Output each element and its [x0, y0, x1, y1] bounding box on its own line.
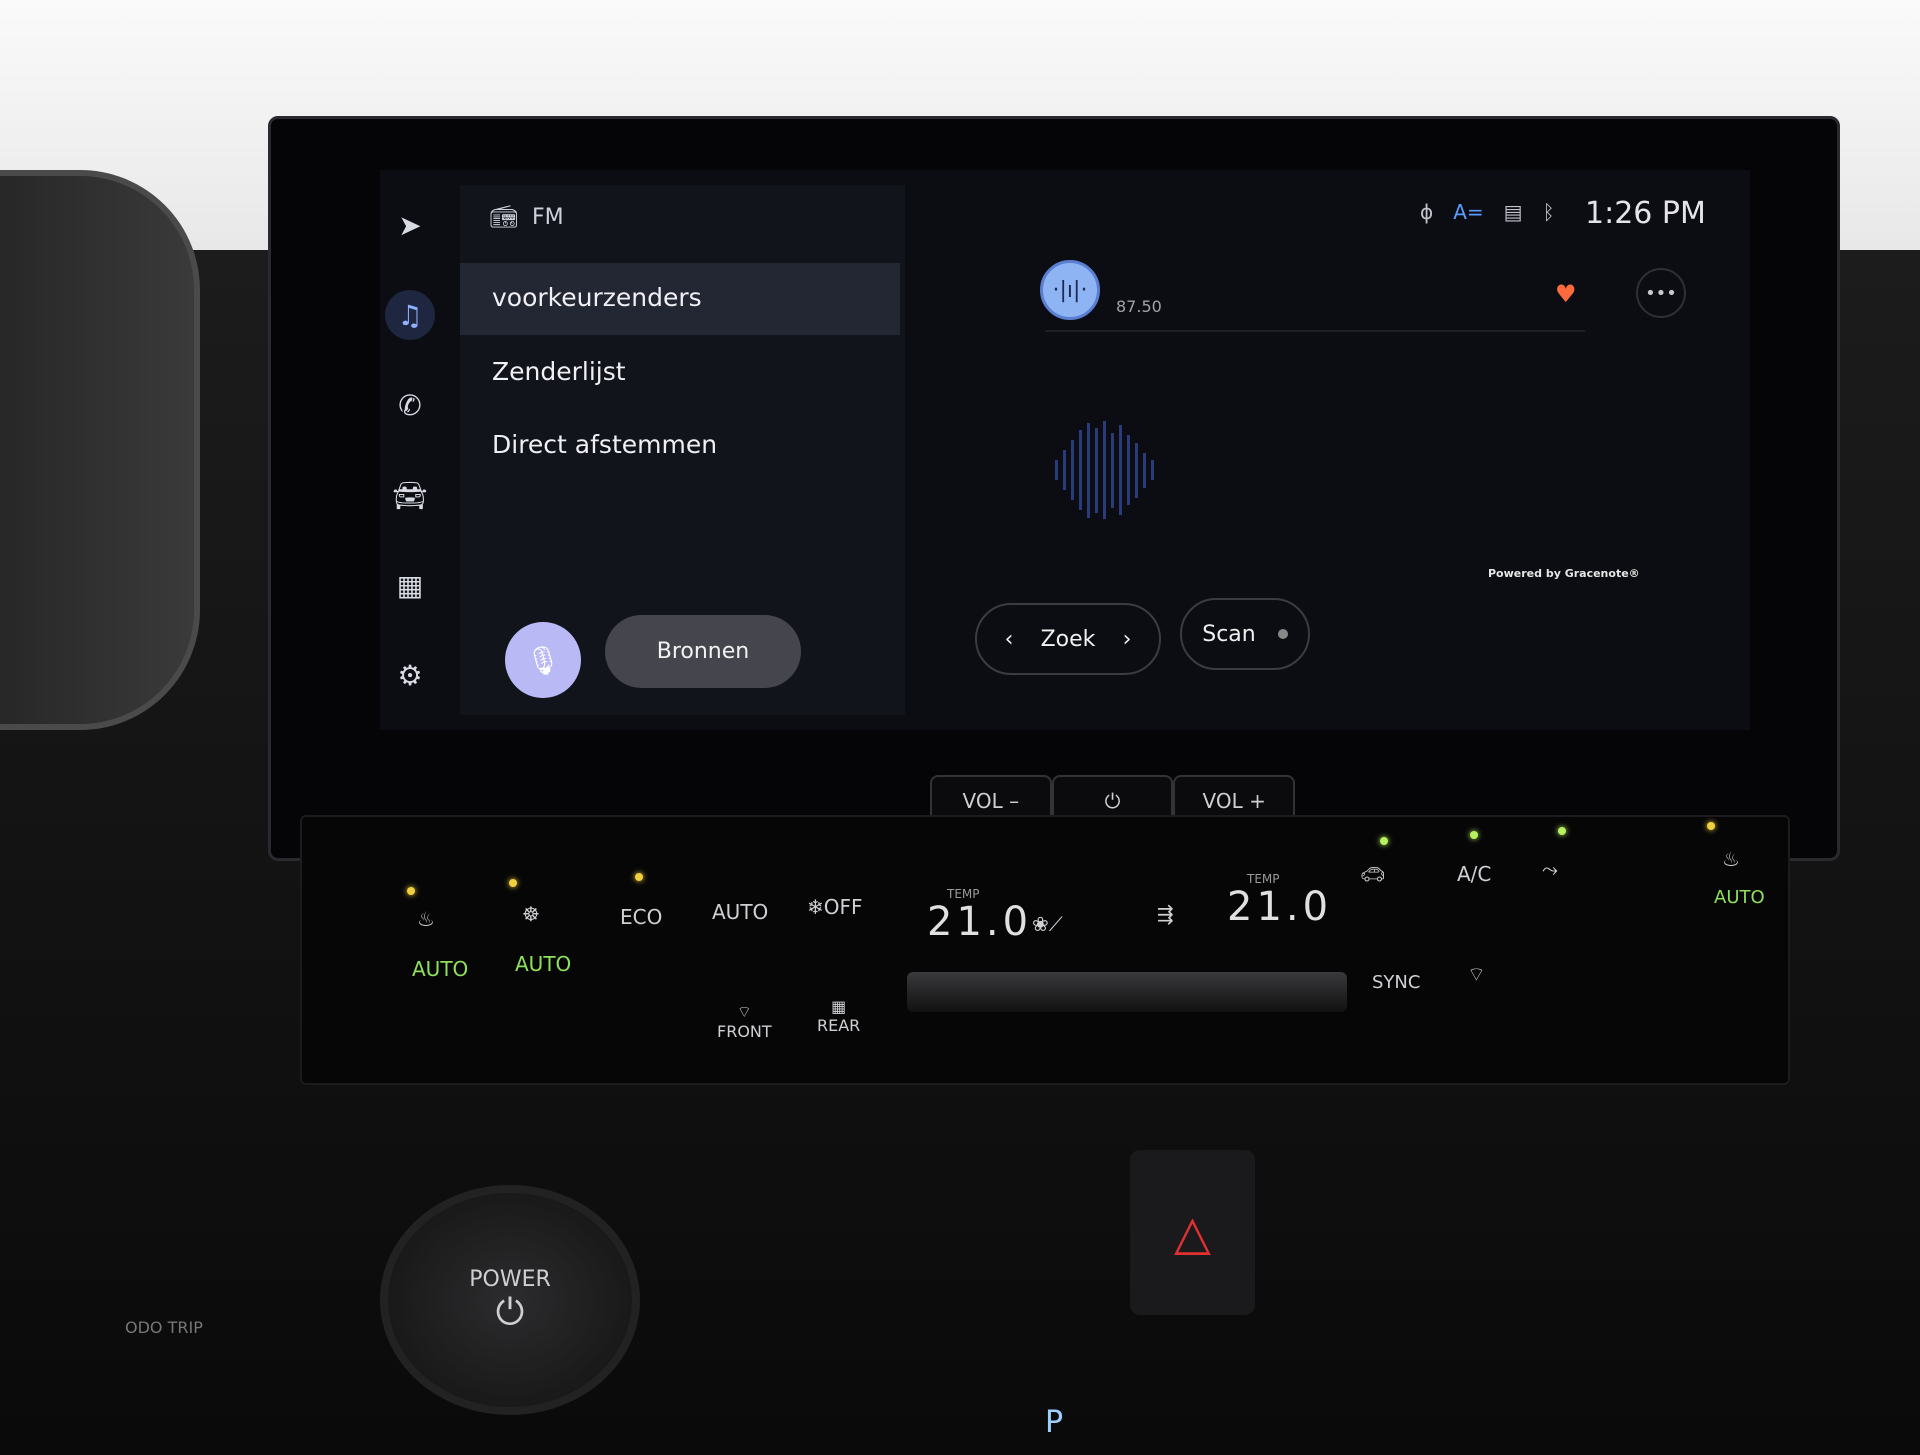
- right-temperature: 21.0: [1227, 884, 1333, 930]
- steering-auto[interactable]: AUTO: [515, 952, 571, 976]
- divider: [1045, 330, 1585, 332]
- indicator-led: [1380, 837, 1388, 845]
- defrost-icon[interactable]: ⌔: [1467, 962, 1486, 987]
- power-label: POWER: [469, 1266, 551, 1292]
- status-bar: ɸ A= ▤ ᛒ: [1420, 200, 1555, 224]
- right-seat-auto[interactable]: AUTO: [1714, 887, 1765, 908]
- left-seat-auto[interactable]: AUTO: [412, 957, 468, 981]
- recirculation-icon[interactable]: 🚗︎: [1360, 862, 1385, 886]
- sync-button[interactable]: SYNC: [1372, 972, 1420, 993]
- microphone-icon: 🎙︎: [525, 643, 561, 677]
- settings-gear-icon[interactable]: ⚙: [385, 650, 435, 700]
- clock: 1:26 PM: [1585, 196, 1706, 231]
- audio-waveform-icon: [1055, 420, 1195, 520]
- indicator-led: [509, 879, 517, 887]
- airflow-icon[interactable]: ⤳: [1542, 857, 1558, 881]
- menu-item-voorkeurzenders[interactable]: voorkeurzenders: [460, 263, 900, 335]
- fan-speed-icon: ❀⟋: [1032, 912, 1063, 936]
- scan-button[interactable]: Scan: [1180, 598, 1310, 670]
- radio-icon: 📻︎: [490, 205, 518, 230]
- steering-heater-icon[interactable]: ☸: [522, 902, 540, 926]
- navigation-icon[interactable]: ➤: [385, 200, 435, 250]
- climate-panel: ♨ AUTO ☸ AUTO ECO AUTO ❄OFF TEMP 21.0 ❀⟋…: [300, 815, 1790, 1085]
- rear-defrost-button[interactable]: ▦ REAR: [817, 997, 860, 1035]
- music-icon[interactable]: ♫: [385, 290, 435, 340]
- indicator-led: [635, 873, 643, 881]
- left-temperature: 21.0: [927, 899, 1033, 945]
- right-seat-heater-icon[interactable]: ♨: [1722, 847, 1740, 871]
- auto-button[interactable]: AUTO: [712, 900, 768, 924]
- bronnen-button[interactable]: Bronnen: [605, 615, 801, 688]
- scan-label: Scan: [1202, 621, 1256, 647]
- airflow-mode-icon[interactable]: ⇶: [1157, 902, 1174, 926]
- indicator-led: [407, 887, 415, 895]
- frequency-label: 87.50: [1116, 297, 1162, 316]
- hazard-triangle-icon: △: [1174, 1204, 1211, 1261]
- eco-button[interactable]: ECO: [620, 905, 662, 929]
- source-label: FM: [531, 205, 564, 230]
- more-options-button[interactable]: •••: [1636, 268, 1686, 318]
- seek-back-button[interactable]: ‹: [1005, 627, 1014, 652]
- indicator-led: [1470, 831, 1478, 839]
- phone-icon[interactable]: ✆: [385, 380, 435, 430]
- zoek-seek-control: ‹ Zoek ›: [975, 603, 1161, 675]
- zoek-label: Zoek: [1040, 626, 1096, 652]
- seek-forward-button[interactable]: ›: [1123, 627, 1132, 652]
- front-label: FRONT: [717, 1022, 772, 1041]
- fan-off-button[interactable]: ❄OFF: [807, 895, 863, 919]
- car-icon[interactable]: 🚘︎: [385, 470, 435, 520]
- gracenote-attribution: Powered by Gracenote®: [1488, 567, 1640, 580]
- menu-item-direct-afstemmen[interactable]: Direct afstemmen: [460, 410, 900, 482]
- voice-microphone-button[interactable]: 🎙︎: [505, 622, 581, 698]
- power-button-physical[interactable]: POWER ⏻: [380, 1185, 640, 1415]
- microphone-muted-icon: ɸ: [1420, 200, 1434, 224]
- odo-trip-button[interactable]: ODO TRIP: [125, 1320, 203, 1336]
- rear-label: REAR: [817, 1016, 861, 1035]
- indicator-led: [1707, 822, 1715, 830]
- menu-item-zenderlijst[interactable]: Zenderlijst: [460, 337, 900, 409]
- indicator-led: [1558, 827, 1566, 835]
- scan-indicator: [1277, 629, 1288, 639]
- display-icon: ▤: [1503, 200, 1523, 224]
- sidebar-nav: ➤ ♫ ✆ 🚘︎ ▦ ⚙: [385, 200, 455, 740]
- temperature-rocker[interactable]: [907, 972, 1347, 1012]
- ac-button[interactable]: A/C: [1457, 862, 1491, 886]
- source-header: 📻︎ FM: [490, 205, 564, 230]
- gear-indicator: P: [1045, 1405, 1064, 1440]
- hazard-button[interactable]: △: [1130, 1150, 1255, 1315]
- front-defrost-button[interactable]: ⌔ FRONT: [717, 1002, 772, 1041]
- favorite-heart-icon[interactable]: ♥: [1555, 280, 1577, 308]
- power-icon: ⏻: [495, 1291, 525, 1333]
- apps-grid-icon[interactable]: ▦: [385, 560, 435, 610]
- bluetooth-icon: ᛒ: [1542, 200, 1555, 224]
- assist-icon: A=: [1453, 200, 1484, 224]
- seat-heater-icon[interactable]: ♨: [417, 907, 435, 931]
- station-logo-icon: ·|ı|·: [1040, 260, 1100, 320]
- steering-wheel: [0, 170, 200, 730]
